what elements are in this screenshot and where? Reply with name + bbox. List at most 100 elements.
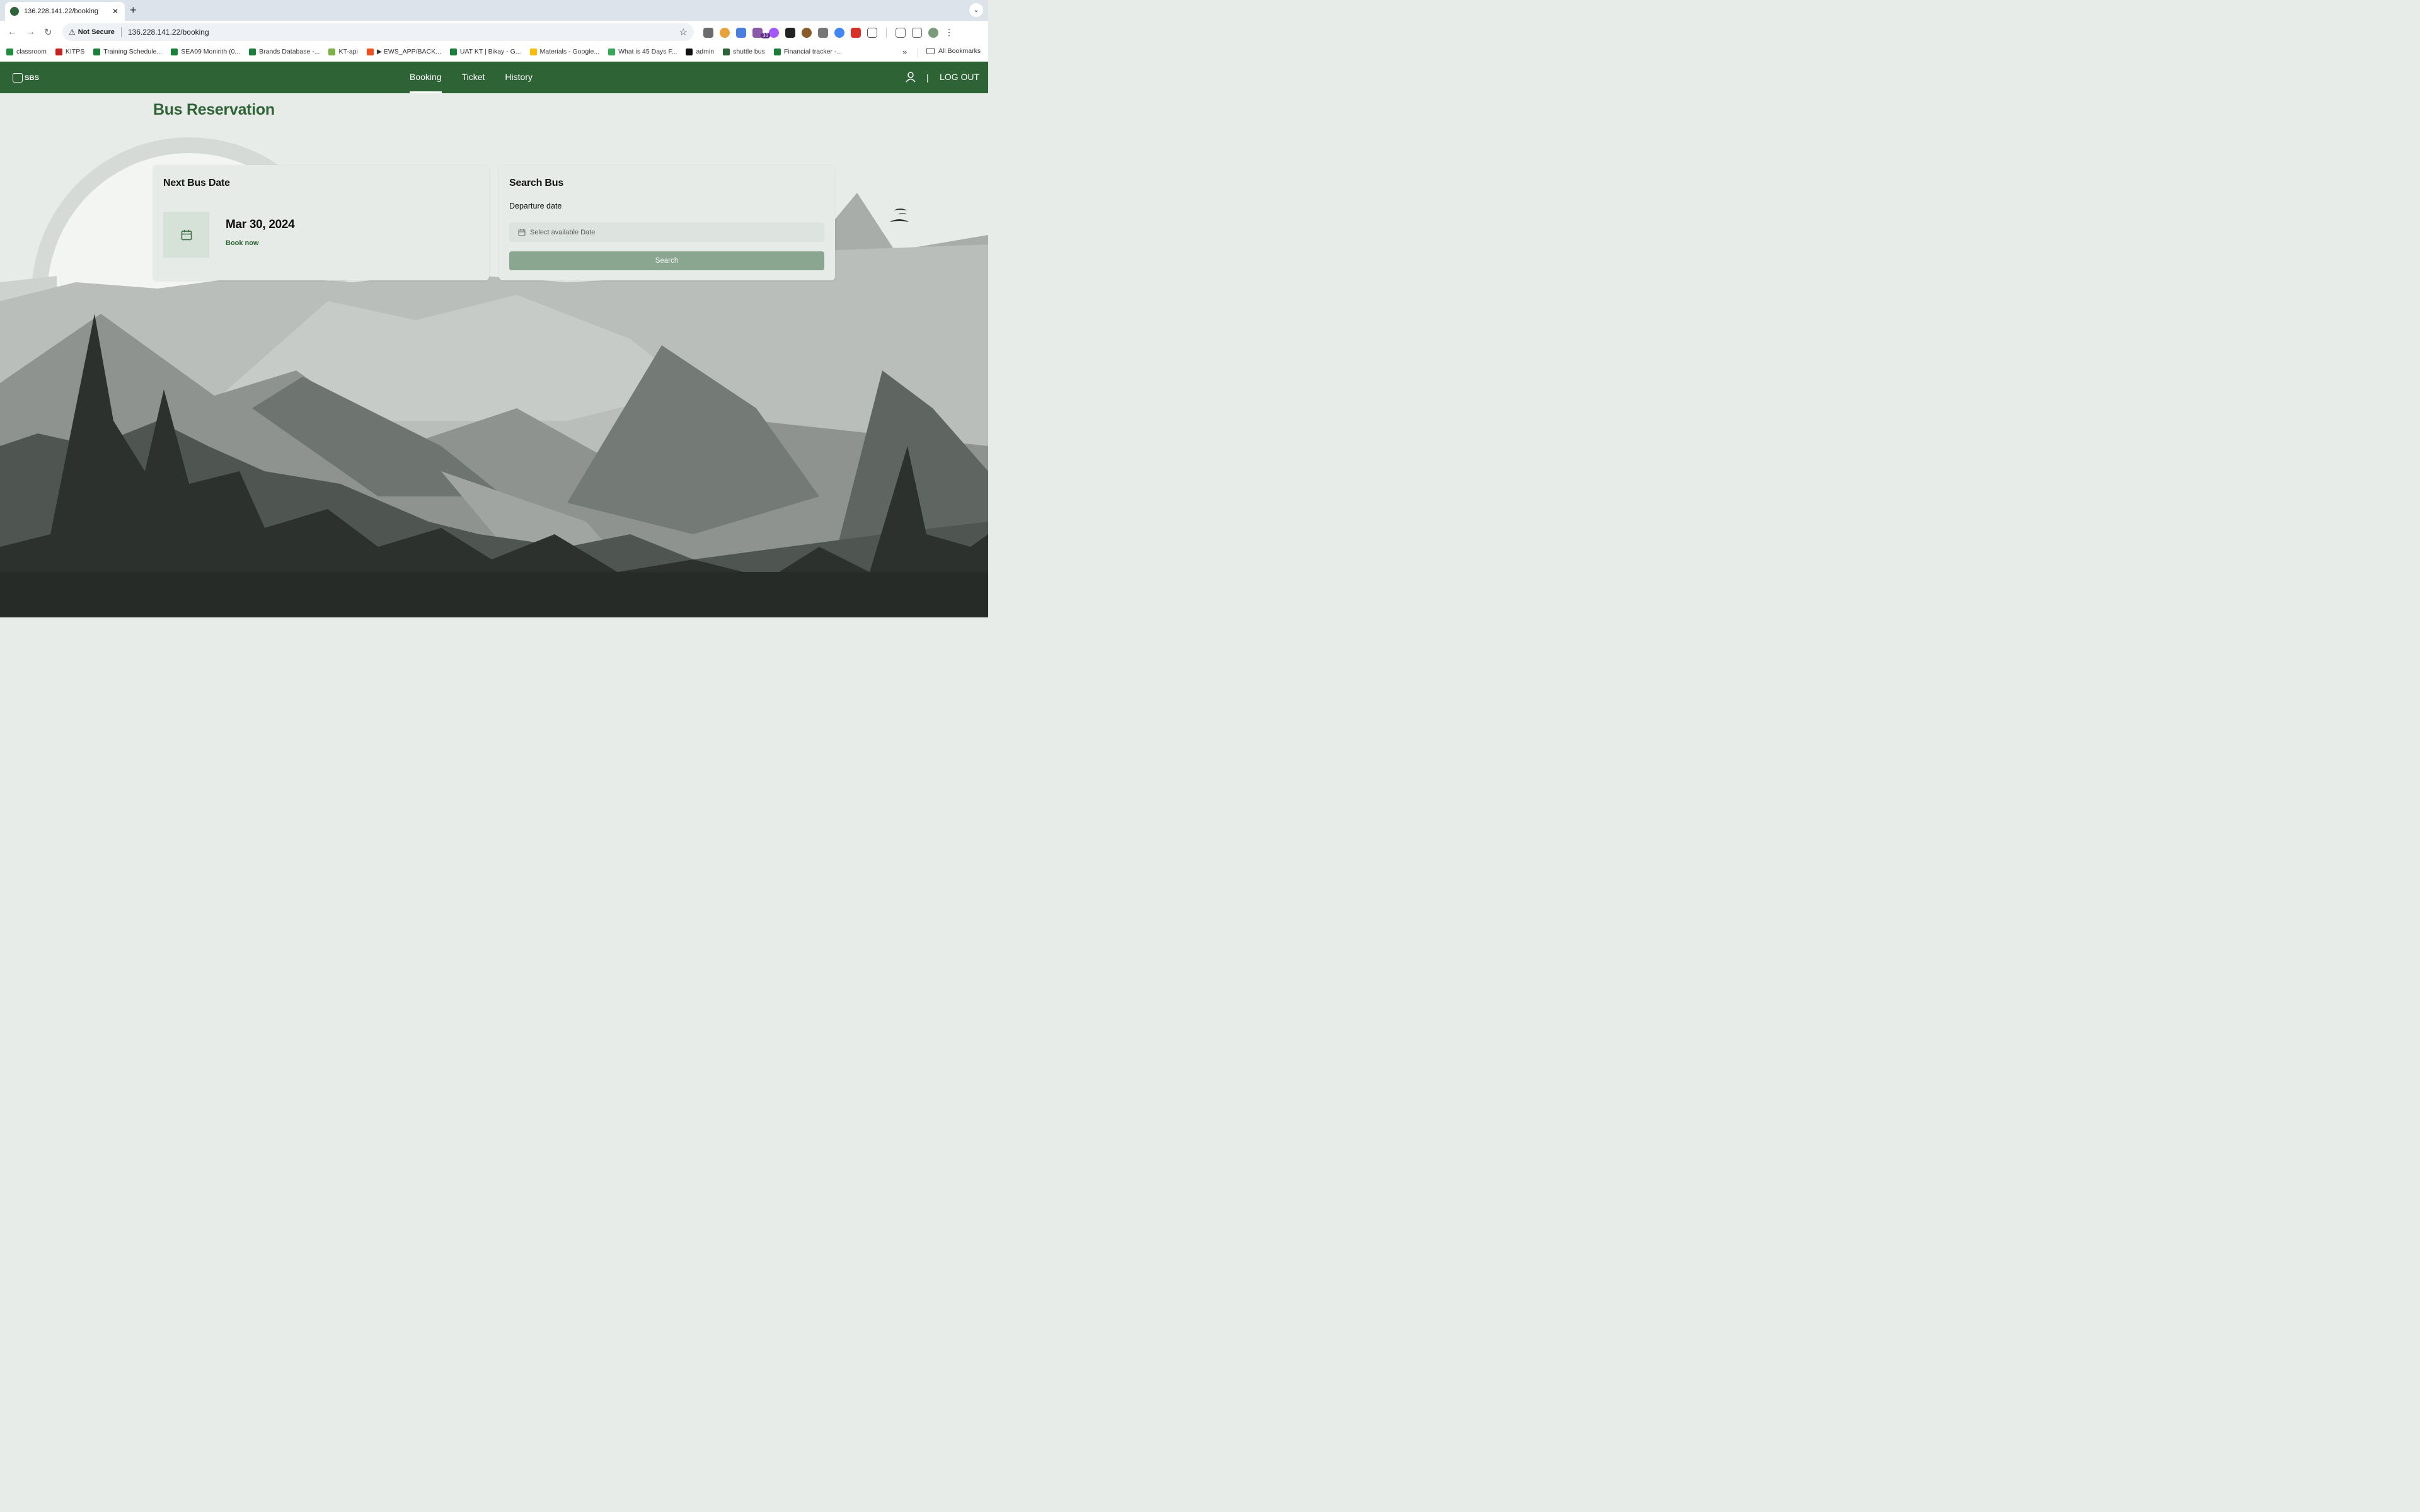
departure-date-picker[interactable]: Select available Date (509, 222, 824, 242)
bookmarks-list: classroom KITPS Training Schedule... SEA09 … (6, 48, 842, 55)
address-bar[interactable]: ⚠ Not Secure 136.228.141.22/booking ☆ (62, 23, 694, 41)
bookmark-label: SEA09 Monirith (0... (181, 48, 241, 55)
bookmark-favicon-icon (449, 48, 457, 55)
calendar-icon (518, 229, 526, 236)
bookmark-favicon-icon (773, 48, 781, 55)
logout-button[interactable]: LOG OUT (940, 72, 979, 82)
bookmark-label: KITPS (65, 48, 85, 55)
bookmark-favicon-icon (723, 48, 730, 55)
departure-date-label: Departure date (509, 202, 562, 210)
extension-icon[interactable] (851, 27, 861, 38)
bookmark-label: UAT KT | Bikay - G... (459, 48, 521, 55)
bookmark-item[interactable]: shuttle bus (723, 48, 765, 55)
page-title: Bus Reservation (153, 101, 275, 118)
browser-tab[interactable]: 136.228.141.22/booking ✕ (5, 2, 125, 21)
nav-booking[interactable]: Booking (410, 62, 442, 93)
reading-list-icon[interactable] (896, 27, 906, 38)
bookmark-favicon-icon (529, 48, 537, 55)
forward-arrow-icon[interactable]: → (26, 26, 35, 37)
bookmark-item[interactable]: Training Schedule... (93, 48, 162, 55)
bookmark-label: classroom (16, 48, 47, 55)
translate-extension-icon[interactable] (736, 27, 746, 38)
toolbar-divider (886, 27, 887, 38)
next-bus-card: Next Bus Date Mar 30, 2024 Book now (153, 165, 489, 280)
extension-badge: 36 (761, 33, 770, 38)
bookmark-label: Brands Database -... (259, 48, 320, 55)
bookmark-item[interactable]: SEA09 Monirith (0... (171, 48, 240, 55)
next-bus-heading: Next Bus Date (163, 178, 230, 188)
bookmark-item[interactable]: UAT KT | Bikay - G... (449, 48, 521, 55)
date-placeholder: Select available Date (530, 228, 596, 236)
nav-ticket[interactable]: Ticket (462, 62, 485, 93)
url-text[interactable]: 136.228.141.22/booking (128, 28, 209, 37)
cookie-extension-icon[interactable] (802, 27, 812, 38)
bookmark-item[interactable]: Brands Database -... (249, 48, 320, 55)
security-indicator[interactable]: Not Secure (78, 28, 115, 36)
reload-icon[interactable]: ↻ (44, 26, 52, 38)
extension-icon[interactable] (769, 27, 779, 38)
puzzle-extensions-icon[interactable] (867, 27, 877, 38)
bookmark-label: admin (696, 48, 715, 55)
omnibox-divider (120, 27, 122, 37)
bookmark-favicon-icon (171, 48, 178, 55)
profile-avatar[interactable] (928, 27, 938, 38)
tab-title: 136.228.141.22/booking (24, 8, 99, 15)
book-now-link[interactable]: Book now (226, 239, 259, 247)
browser-tab-strip: 136.228.141.22/booking ✕ + ⌄ (0, 0, 988, 21)
more-bookmarks-icon[interactable]: » (902, 47, 907, 57)
warning-icon: ⚠ (69, 28, 76, 37)
side-panel-icon[interactable] (912, 27, 922, 38)
extension-icon[interactable] (818, 27, 828, 38)
bookmark-item[interactable]: KITPS (55, 48, 84, 55)
extension-icon[interactable] (834, 27, 844, 38)
extension-icon[interactable] (720, 27, 730, 38)
navbar-separator: | (926, 72, 929, 83)
mountain-background (0, 93, 988, 617)
bookmark-favicon-icon (249, 48, 256, 55)
bookmark-label: What is 45 Days F... (618, 48, 677, 55)
app-navbar: SBS Booking Ticket History (0, 62, 988, 93)
bookmark-favicon-icon (6, 48, 13, 55)
next-bus-date: Mar 30, 2024 (226, 218, 295, 231)
bookmark-label: shuttle bus (733, 48, 765, 55)
bookmark-item[interactable]: admin (686, 48, 714, 55)
bookmark-item[interactable]: classroom (6, 48, 47, 55)
bookmark-favicon-icon (686, 48, 693, 55)
eyedropper-extension-icon[interactable] (785, 27, 795, 38)
back-arrow-icon[interactable]: ← (8, 26, 17, 37)
browser-toolbar: ← → ↻ ⚠ Not Secure 136.228.141.22/bookin… (0, 21, 988, 43)
tab-search-chevron-icon[interactable]: ⌄ (969, 3, 983, 17)
bus-icon (13, 73, 23, 83)
nav-history[interactable]: History (505, 62, 533, 93)
new-tab-button[interactable]: + (130, 4, 137, 17)
bookmark-item[interactable]: Financial tracker -... (773, 48, 843, 55)
sbs-logo[interactable]: SBS (13, 73, 39, 83)
bookmark-star-icon[interactable]: ☆ (679, 26, 688, 38)
calendar-tile (163, 212, 209, 258)
all-bookmarks-label: All Bookmarks (938, 47, 981, 55)
browser-menu-icon[interactable]: ⋮ (945, 27, 954, 38)
bookmark-label: Materials - Google... (539, 48, 600, 55)
search-button[interactable]: Search (509, 251, 824, 270)
main-nav: Booking Ticket History (410, 62, 533, 93)
tab-close-icon[interactable]: ✕ (111, 7, 120, 16)
bookmark-favicon-icon (55, 48, 62, 55)
bookmark-item[interactable]: Materials - Google... (529, 48, 600, 55)
bookmark-item[interactable]: What is 45 Days F... (608, 48, 677, 55)
extensions-row: ⋮ (703, 27, 954, 38)
logo-text: SBS (25, 74, 40, 82)
calendar-icon (181, 229, 192, 240)
bookmark-favicon-icon (366, 48, 374, 55)
all-bookmarks-button[interactable]: All Bookmarks (926, 47, 981, 55)
bookmark-favicon-icon (93, 48, 101, 55)
bug-extension-icon[interactable] (703, 27, 713, 38)
bookmark-favicon-icon (328, 48, 336, 55)
bookmark-favicon-icon (608, 48, 616, 55)
bookmarks-bar: classroom KITPS Training Schedule... SEA09 … (0, 43, 988, 62)
bookmark-item[interactable]: KT-api (328, 48, 358, 55)
bookmark-label: Financial tracker -... (783, 48, 843, 55)
search-bus-card: Search Bus Departure date Select availab… (499, 165, 835, 280)
folder-icon (926, 48, 935, 54)
bookmark-item[interactable]: ▶ EWS_APP/BACK... (366, 48, 441, 55)
user-profile-icon[interactable] (906, 72, 916, 83)
